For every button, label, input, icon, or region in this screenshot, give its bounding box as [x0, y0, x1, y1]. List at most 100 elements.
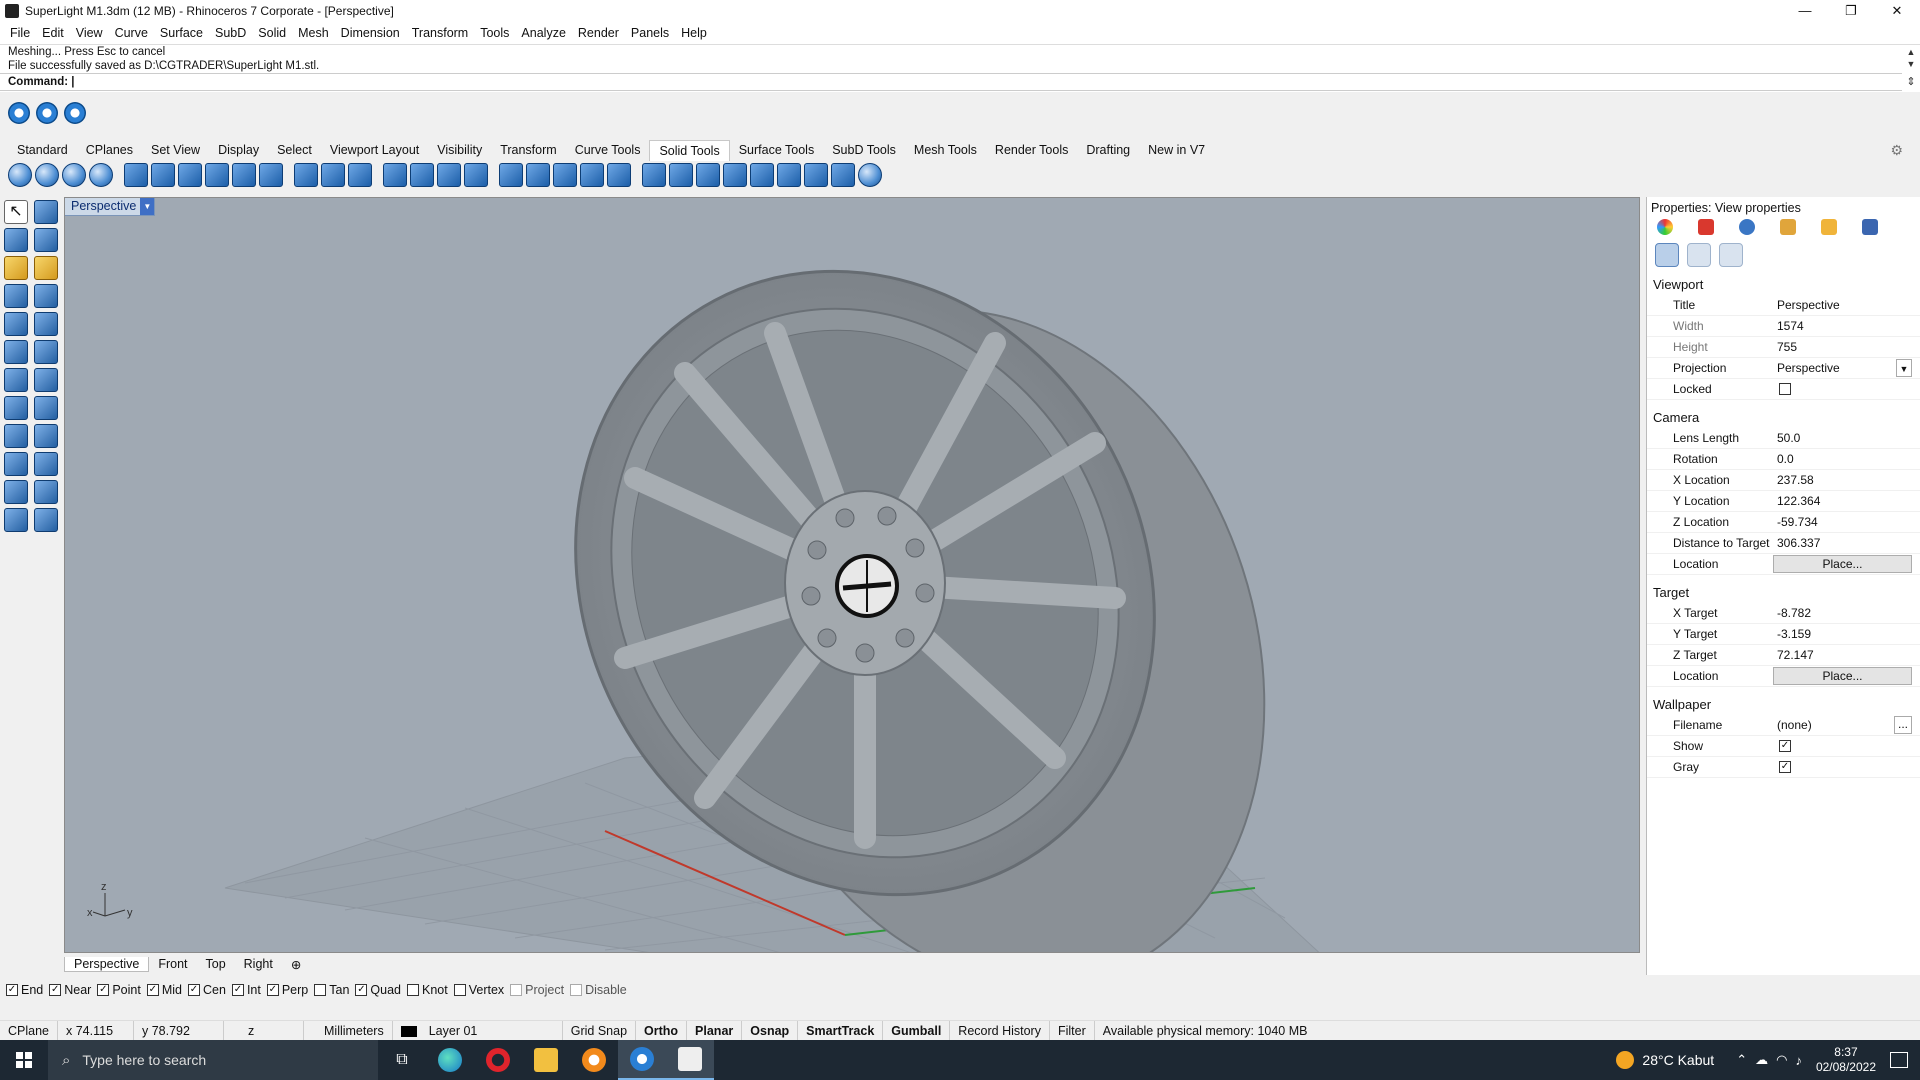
target-place-button[interactable]: Place...: [1773, 667, 1912, 685]
status-layer[interactable]: Layer 01: [393, 1020, 563, 1041]
sphere-icon[interactable]: [4, 312, 28, 336]
chevron-up-icon[interactable]: ⌃: [1736, 1052, 1747, 1068]
wire-cut-icon[interactable]: [437, 163, 461, 187]
z-location-field[interactable]: -59.734: [1773, 512, 1920, 532]
osnap-point[interactable]: ✓ Point: [97, 983, 141, 997]
plugin-gear-icon[interactable]: [36, 102, 58, 124]
ellipsoid-icon[interactable]: [4, 340, 28, 364]
osnap-quad[interactable]: ✓ Quad: [355, 983, 401, 997]
pipe-icon[interactable]: [34, 424, 58, 448]
osnap-project[interactable]: Project: [510, 983, 564, 997]
osnap-perp[interactable]: ✓ Perp: [266, 983, 308, 997]
boolean-union-icon[interactable]: [8, 163, 32, 187]
menu-tools[interactable]: Tools: [474, 26, 515, 40]
checkbox[interactable]: ✓: [97, 984, 110, 996]
plugin-gear-icon[interactable]: [8, 102, 30, 124]
show-edges-icon[interactable]: [696, 163, 720, 187]
camera-place-button[interactable]: Place...: [1773, 555, 1912, 573]
named-views-icon[interactable]: [1862, 219, 1878, 235]
clock[interactable]: 8:37 02/08/2022: [1816, 1045, 1876, 1075]
status-smarttrack[interactable]: SmartTrack: [798, 1020, 884, 1041]
properties-tab-icon[interactable]: [1657, 219, 1673, 235]
boolean-intersection-icon[interactable]: [62, 163, 86, 187]
checkbox[interactable]: [570, 984, 583, 996]
round-hole-icon[interactable]: [642, 163, 666, 187]
y-target-field[interactable]: -3.159: [1773, 624, 1920, 644]
camera-icon[interactable]: [1655, 243, 1679, 267]
chamfer-edge-icon[interactable]: [321, 163, 345, 187]
checkbox[interactable]: [453, 984, 466, 996]
weather-widget[interactable]: 28°C Kabut: [1616, 1051, 1714, 1069]
cone-icon[interactable]: [4, 368, 28, 392]
tab-standard[interactable]: Standard: [8, 140, 77, 160]
viewport-title[interactable]: Perspective ▼: [65, 198, 156, 216]
revolve-icon[interactable]: [34, 368, 58, 392]
environment-tab-icon[interactable]: [1739, 219, 1755, 235]
rhino-plugin-app[interactable]: [618, 1040, 666, 1080]
render-icon[interactable]: [34, 508, 58, 532]
menu-dimension[interactable]: Dimension: [335, 26, 406, 40]
menu-mesh[interactable]: Mesh: [292, 26, 335, 40]
shell-icon[interactable]: [383, 163, 407, 187]
distance-to-target-field[interactable]: 306.337: [1773, 533, 1920, 553]
blend-icon[interactable]: [34, 480, 58, 504]
checkbox[interactable]: [510, 984, 523, 996]
projection-dropdown[interactable]: Perspective ▼: [1773, 359, 1912, 377]
volume-icon[interactable]: ♪: [1795, 1053, 1802, 1068]
rotate-hole-icon[interactable]: [607, 163, 631, 187]
status-filter[interactable]: Filter: [1050, 1020, 1095, 1041]
split-edge-icon[interactable]: [723, 163, 747, 187]
rebuild-edges-icon[interactable]: [777, 163, 801, 187]
prop-value-title[interactable]: Perspective: [1773, 295, 1920, 315]
file-explorer-app[interactable]: [522, 1040, 570, 1080]
edit-solid-icon[interactable]: [669, 163, 693, 187]
menu-surface[interactable]: Surface: [154, 26, 209, 40]
gray-checkbox[interactable]: ✓: [1779, 761, 1791, 773]
check-objects-icon[interactable]: [804, 163, 828, 187]
add-viewport-tab-icon[interactable]: ⊕: [282, 957, 310, 972]
menu-render[interactable]: Render: [572, 26, 625, 40]
status-osnap[interactable]: Osnap: [742, 1020, 799, 1041]
polyline-icon[interactable]: [4, 228, 28, 252]
x-location-field[interactable]: 237.58: [1773, 470, 1920, 490]
place-hole-icon[interactable]: [526, 163, 550, 187]
scroll-down-icon[interactable]: ▼: [1904, 59, 1918, 69]
tab-subd-tools[interactable]: SubD Tools: [823, 140, 905, 160]
tab-perspective[interactable]: Perspective: [64, 956, 150, 972]
tab-solid-tools[interactable]: Solid Tools: [649, 139, 730, 161]
browse-button[interactable]: ...: [1894, 716, 1912, 734]
curve-icon[interactable]: [34, 228, 58, 252]
select-bad-objects-icon[interactable]: [831, 163, 855, 187]
extract-surface-icon[interactable]: [464, 163, 488, 187]
make-hole-icon[interactable]: [499, 163, 523, 187]
app-orange[interactable]: [570, 1040, 618, 1080]
tab-surface-tools[interactable]: Surface Tools: [730, 140, 824, 160]
create-solid-icon[interactable]: [410, 163, 434, 187]
checkbox[interactable]: ✓: [188, 984, 200, 996]
command-prompt[interactable]: Command: |: [0, 73, 1902, 91]
tab-front[interactable]: Front: [149, 957, 196, 971]
pyramid-icon[interactable]: [4, 396, 28, 420]
status-gumball[interactable]: Gumball: [883, 1020, 951, 1041]
menu-analyze[interactable]: Analyze: [515, 26, 571, 40]
cylinder-icon[interactable]: [4, 424, 28, 448]
boolean-split-icon[interactable]: [89, 163, 113, 187]
menu-subd[interactable]: SubD: [209, 26, 252, 40]
start-button[interactable]: [0, 1040, 48, 1080]
patch-icon[interactable]: [34, 452, 58, 476]
checkbox[interactable]: ✓: [6, 984, 18, 996]
status-units[interactable]: Millimeters: [304, 1020, 393, 1041]
y-location-field[interactable]: 122.364: [1773, 491, 1920, 511]
tab-visibility[interactable]: Visibility: [428, 140, 491, 160]
solid-tools-more-icon[interactable]: [858, 163, 882, 187]
checkbox[interactable]: ✓: [146, 984, 159, 996]
extrude-face-icon[interactable]: [151, 163, 175, 187]
menu-help[interactable]: Help: [675, 26, 713, 40]
mesh-icon[interactable]: [4, 508, 28, 532]
point-icon[interactable]: [34, 200, 58, 224]
tab-new-in-v7[interactable]: New in V7: [1139, 140, 1214, 160]
menu-view[interactable]: View: [70, 26, 109, 40]
osnap-tan[interactable]: Tan: [314, 983, 349, 997]
checkbox[interactable]: [407, 984, 419, 996]
merge-faces-icon[interactable]: [259, 163, 283, 187]
